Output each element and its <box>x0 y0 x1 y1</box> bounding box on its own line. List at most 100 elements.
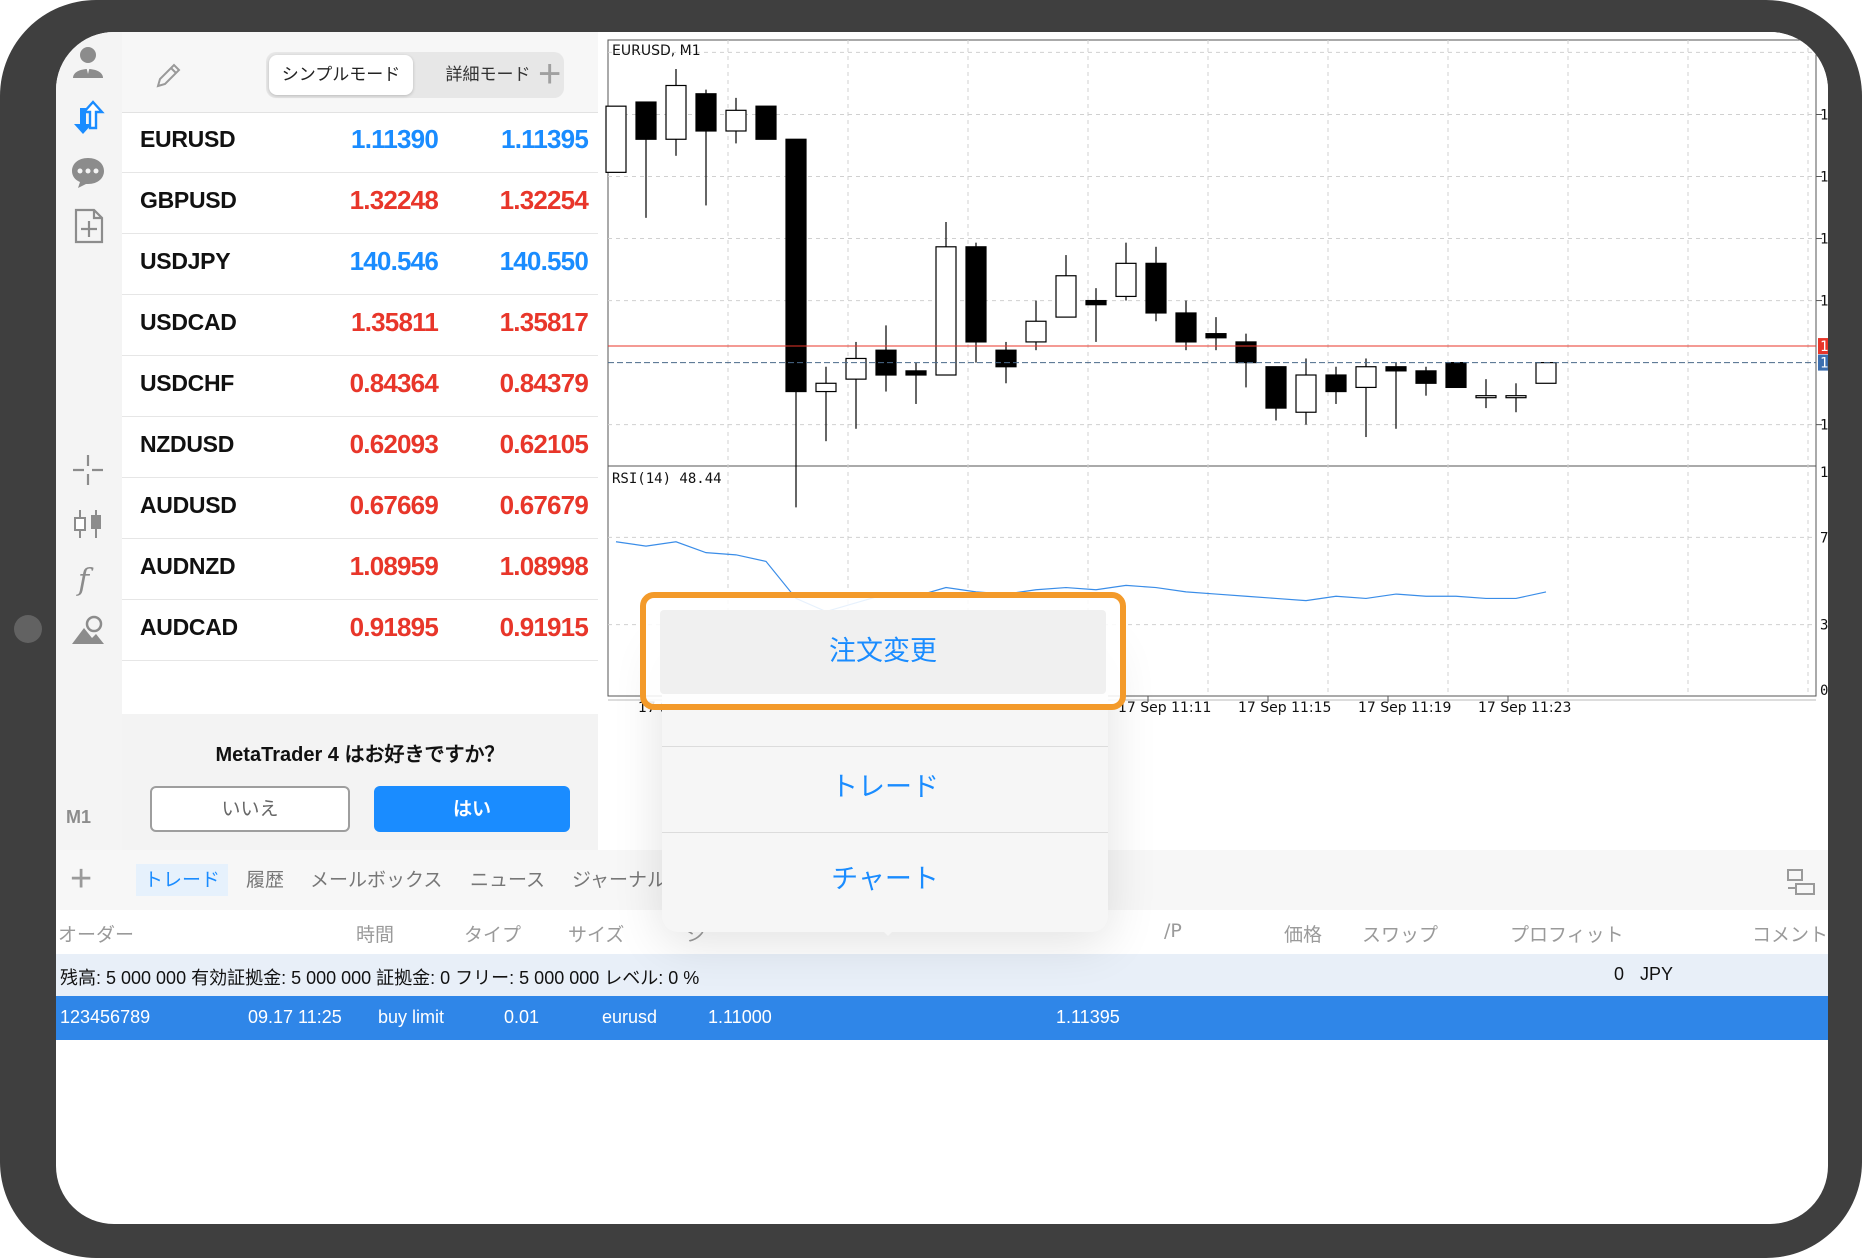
candle-body <box>1085 299 1107 306</box>
candle-body <box>1385 366 1407 372</box>
quote-row[interactable]: AUDNZD 1.08959 1.08998 <box>122 539 598 600</box>
bid-price-label: 1.11390 <box>1820 356 1828 372</box>
candle-body <box>785 138 807 393</box>
chat-icon[interactable] <box>70 154 106 190</box>
candle-body <box>665 84 687 140</box>
candle-body <box>965 246 987 343</box>
quote-bid: 0.84364 <box>349 368 439 398</box>
balance-currency: JPY <box>1640 964 1674 984</box>
quote-symbol: NZDUSD <box>140 431 235 457</box>
simple-mode-tab[interactable]: シンプルモード <box>269 52 413 98</box>
candle-body <box>1295 374 1317 413</box>
menu-trade[interactable]: トレード <box>662 746 1108 830</box>
candle-body <box>725 109 747 132</box>
quote-symbol: GBPUSD <box>140 187 237 213</box>
svg-text:f: f <box>76 563 94 596</box>
icon-sidebar: f M1 <box>56 32 122 850</box>
time-axis-label: 17 Sep 11:11 <box>1118 700 1211 716</box>
rsi-axis-label: 0.00 <box>1820 683 1828 699</box>
quote-bid: 0.62093 <box>349 429 439 459</box>
time-axis-label: 17 Sep 11:15 <box>1238 700 1331 716</box>
col-time: 時間 <box>356 924 395 946</box>
quote-row[interactable]: AUDUSD 0.67669 0.67679 <box>122 478 598 539</box>
rsi-title: RSI(14) 48.44 <box>612 471 722 487</box>
crosshair-icon[interactable] <box>70 452 106 488</box>
mode-segmented-control: シンプルモード 詳細モード <box>266 52 564 98</box>
candle-body <box>1055 275 1077 318</box>
quote-row[interactable]: EURUSD 1.11390 1.11395 <box>122 112 598 173</box>
camera-dot <box>14 615 42 643</box>
quote-ask: 0.84379 <box>499 368 589 398</box>
tab-news[interactable]: ニュース <box>470 864 545 896</box>
trade-arrows-icon[interactable] <box>70 100 106 136</box>
quote-row[interactable]: NZDUSD 0.62093 0.62105 <box>122 417 598 478</box>
quote-symbol: USDCHF <box>140 370 235 396</box>
quote-row[interactable]: GBPUSD 1.32248 1.32254 <box>122 173 598 234</box>
yes-button[interactable]: はい <box>374 786 570 832</box>
quote-row[interactable]: USDCAD 1.35811 1.35817 <box>122 295 598 356</box>
quote-ask: 0.67679 <box>499 490 589 520</box>
quote-bid: 0.67669 <box>349 490 439 520</box>
quotes-toolbar: シンプルモード 詳細モード + <box>122 32 598 113</box>
candle-body <box>1475 395 1497 399</box>
price-axis-label: 1.11405 <box>1820 294 1828 310</box>
rsi-axis-label: 70.00 <box>1820 530 1828 546</box>
columns-layout-icon[interactable] <box>1786 868 1816 896</box>
function-icon[interactable]: f <box>70 560 106 598</box>
time-axis-label: 17 Sep 11:23 <box>1478 700 1571 716</box>
candle-body <box>1025 320 1047 343</box>
user-icon[interactable] <box>70 44 106 80</box>
quote-ask: 0.91915 <box>499 612 589 642</box>
candle-body <box>1205 333 1227 339</box>
candle-body <box>1535 362 1557 384</box>
add-icon[interactable]: + <box>70 860 92 898</box>
quote-ask: 0.62105 <box>499 429 589 459</box>
quote-symbol: USDJPY <box>140 248 231 274</box>
balance-summary: 残高: 5 000 000 有効証拠金: 5 000 000 証拠金: 0 フリ… <box>60 968 700 988</box>
timeframe-button[interactable]: M1 <box>66 807 91 828</box>
no-button[interactable]: いいえ <box>150 786 350 832</box>
balance-row: 残高: 5 000 000 有効証拠金: 5 000 000 証拠金: 0 フリ… <box>56 954 1828 996</box>
quote-row[interactable]: USDJPY 140.546 140.550 <box>122 234 598 295</box>
order-symbol: eurusd <box>602 1007 658 1027</box>
quote-ask: 1.35817 <box>499 307 589 337</box>
col-price: 価格 <box>1284 924 1323 946</box>
candle-body <box>605 105 627 173</box>
col-comment: コメント <box>1752 924 1828 946</box>
candle-body <box>995 349 1017 368</box>
candle-body <box>695 93 717 132</box>
order-open-price: 1.11000 <box>708 1007 772 1027</box>
menu-chart[interactable]: チャート <box>662 838 1108 922</box>
quote-bid: 0.91895 <box>349 612 439 642</box>
edit-pencil-icon[interactable] <box>154 60 184 90</box>
tab-history[interactable]: 履歴 <box>246 864 284 896</box>
price-axis-label: 1.11465 <box>1820 45 1828 61</box>
objects-icon[interactable] <box>70 614 106 650</box>
tab-mailbox[interactable]: メールボックス <box>310 864 442 896</box>
candle-body <box>1235 341 1257 364</box>
rating-prompt: MetaTrader 4 はお好きですか？ いいえ はい <box>122 714 598 850</box>
quote-row[interactable]: USDCHF 0.84364 0.84379 <box>122 356 598 417</box>
order-price: 1.11395 <box>1056 1007 1120 1027</box>
quote-row[interactable]: AUDCAD 0.91895 0.91915 <box>122 600 598 661</box>
candle-body <box>635 101 657 140</box>
price-axis-label: 1.11375 <box>1820 418 1828 434</box>
order-row-selected[interactable]: 123456789 09.17 11:25 buy limit 0.01 eur… <box>56 996 1828 1040</box>
col-size: サイズ <box>568 924 625 946</box>
candles-icon[interactable] <box>70 506 106 542</box>
col-swap: スワップ <box>1362 924 1439 946</box>
quote-symbol: AUDNZD <box>140 553 236 579</box>
ask-price-label: 1.11394 <box>1820 339 1828 355</box>
candle-body <box>845 357 867 380</box>
candle-body <box>1505 395 1527 399</box>
order-id: 123456789 <box>60 1007 151 1027</box>
candle-body <box>1415 370 1437 384</box>
add-symbol-icon[interactable]: + <box>538 54 561 94</box>
tab-trade[interactable]: トレード <box>136 864 229 896</box>
col-tp: /P <box>1164 920 1182 942</box>
quote-symbol: USDCAD <box>140 309 237 335</box>
quote-symbol: AUDCAD <box>140 614 238 640</box>
tab-journal[interactable]: ジャーナル <box>572 864 666 896</box>
new-document-icon[interactable] <box>70 208 106 244</box>
quote-bid: 1.11390 <box>351 124 439 154</box>
